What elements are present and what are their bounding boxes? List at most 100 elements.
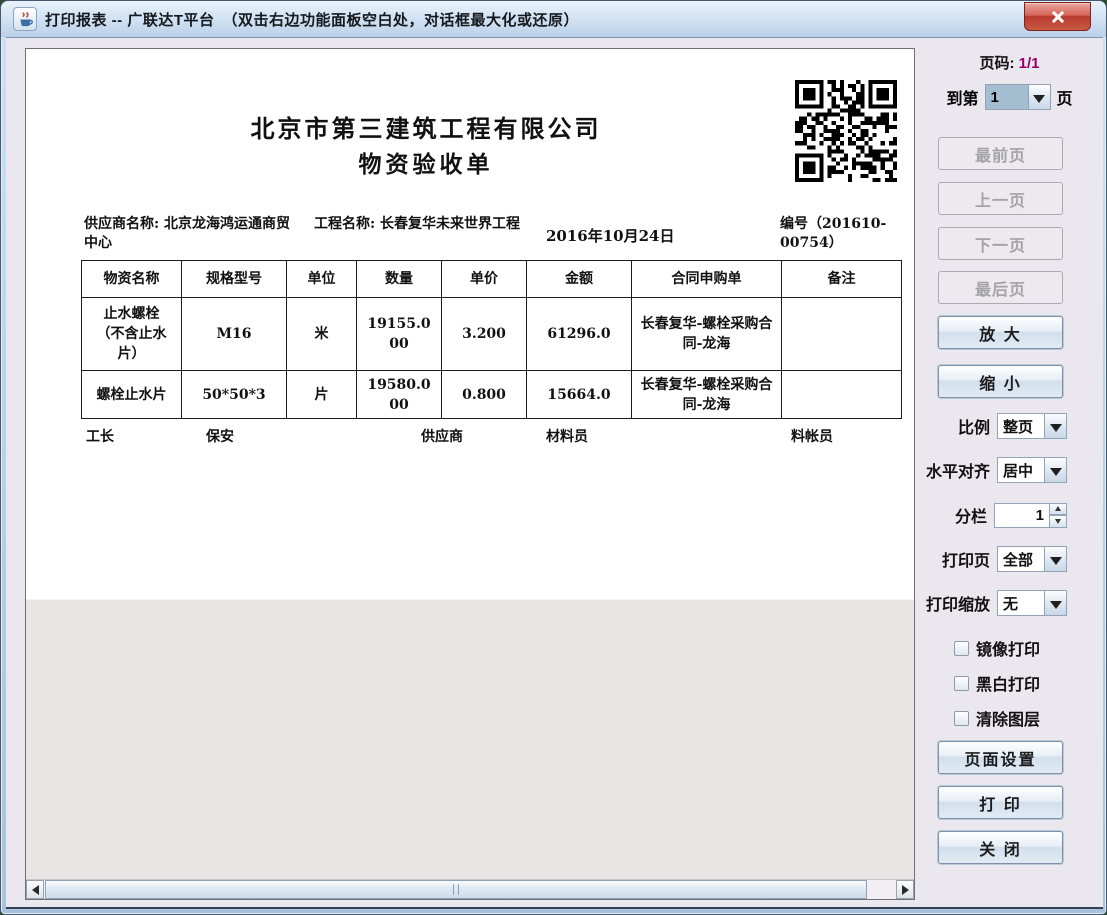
column-header: 单价 bbox=[442, 261, 527, 298]
print-zoom-label: 打印缩放 bbox=[926, 591, 990, 615]
columns-value[interactable]: 1 bbox=[994, 503, 1050, 528]
mirror-print-checkbox[interactable] bbox=[954, 641, 969, 656]
scroll-left-button[interactable] bbox=[26, 880, 44, 899]
scale-label: 比例 bbox=[958, 414, 990, 438]
column-header: 备注 bbox=[782, 261, 902, 298]
cell-remark bbox=[782, 298, 902, 371]
cell-material: 螺栓止水片 bbox=[82, 371, 182, 419]
cell-spec: M16 bbox=[182, 298, 287, 371]
goto-suffix-label: 页 bbox=[1057, 85, 1073, 109]
cell-unit-price: 0.800 bbox=[442, 371, 527, 419]
columns-stepper[interactable]: 1 bbox=[994, 503, 1067, 528]
align-combobox[interactable]: 居中 bbox=[997, 457, 1067, 483]
page-setup-button[interactable]: 页面设置 bbox=[938, 741, 1063, 774]
spinner-up-button[interactable] bbox=[1050, 503, 1067, 516]
mirror-print-label: 镜像打印 bbox=[976, 636, 1040, 660]
scrollbar-grip-icon bbox=[453, 884, 459, 895]
bw-print-checkbox[interactable] bbox=[954, 676, 969, 691]
columns-row: 分栏 1 bbox=[916, 501, 1103, 529]
zoom-out-button[interactable]: 缩 小 bbox=[938, 365, 1063, 398]
signature-material-clerk: 材料员 bbox=[546, 426, 588, 446]
print-button[interactable]: 打 印 bbox=[938, 786, 1063, 819]
page-number-value: 1/1 bbox=[1019, 55, 1040, 72]
page-indicator: 页码: 1/1 bbox=[916, 52, 1103, 73]
content-area: 北京市第三建筑工程有限公司 物资验收单 供应商名称: 北京龙海鸿运通商贸中心 工… bbox=[6, 37, 1103, 909]
materials-table: 物资名称 规格型号 单位 数量 单价 金额 合同申购单 备注 止水螺栓（不含止水… bbox=[81, 260, 902, 419]
form-title: 物资验收单 bbox=[86, 145, 766, 179]
titlebar[interactable]: 打印报表 -- 广联达T平台 （双击右边功能面板空白处，对话框最大化或还原） bbox=[1, 1, 1106, 37]
preview-viewport: 北京市第三建筑工程有限公司 物资验收单 供应商名称: 北京龙海鸿运通商贸中心 工… bbox=[25, 48, 915, 900]
cell-contract: 长春复华-螺栓采购合同-龙海 bbox=[632, 298, 782, 371]
chevron-down-icon[interactable] bbox=[1044, 414, 1066, 438]
goto-page-value: 1 bbox=[986, 85, 1028, 109]
scale-value: 整页 bbox=[998, 414, 1044, 438]
chevron-down-icon[interactable] bbox=[1028, 85, 1050, 109]
scale-combobox[interactable]: 整页 bbox=[997, 413, 1067, 439]
zoom-in-button[interactable]: 放 大 bbox=[938, 316, 1063, 349]
print-pages-label: 打印页 bbox=[942, 547, 990, 571]
column-header: 物资名称 bbox=[82, 261, 182, 298]
mirror-print-option[interactable]: 镜像打印 bbox=[954, 636, 1040, 660]
bw-print-label: 黑白打印 bbox=[976, 671, 1040, 695]
align-label: 水平对齐 bbox=[926, 458, 990, 482]
control-panel: 页码: 1/1 到第 1 页 最前页 上一页 下一页 最后页 放 大 缩 小 比… bbox=[916, 38, 1103, 907]
company-name: 北京市第三建筑工程有限公司 bbox=[86, 109, 766, 144]
signature-supplier: 供应商 bbox=[421, 426, 463, 446]
cell-quantity: 19155.000 bbox=[357, 298, 442, 371]
signature-foreman: 工长 bbox=[86, 426, 114, 446]
first-page-button[interactable]: 最前页 bbox=[938, 137, 1063, 170]
column-header: 金额 bbox=[527, 261, 632, 298]
spinner-up-icon bbox=[1055, 506, 1061, 511]
close-dialog-button[interactable]: 关 闭 bbox=[938, 831, 1063, 864]
scroll-right-button[interactable] bbox=[896, 880, 914, 899]
close-icon bbox=[1051, 10, 1065, 24]
scale-row: 比例 整页 bbox=[916, 412, 1103, 440]
align-value: 居中 bbox=[998, 458, 1044, 482]
cell-material: 止水螺栓（不含止水片） bbox=[82, 298, 182, 371]
next-page-button[interactable]: 下一页 bbox=[938, 227, 1063, 260]
cell-spec: 50*50*3 bbox=[182, 371, 287, 419]
print-zoom-combobox[interactable]: 无 bbox=[997, 590, 1067, 616]
signature-guard: 保安 bbox=[206, 426, 234, 446]
scroll-left-icon bbox=[32, 885, 39, 895]
scroll-right-icon bbox=[902, 885, 909, 895]
bw-print-option[interactable]: 黑白打印 bbox=[954, 671, 1040, 695]
goto-prefix-label: 到第 bbox=[946, 85, 978, 109]
project-name: 工程名称: 长春复华未来世界工程 bbox=[314, 215, 532, 234]
cell-remark bbox=[782, 371, 902, 419]
print-report-window: 打印报表 -- 广联达T平台 （双击右边功能面板空白处，对话框最大化或还原） 北… bbox=[0, 0, 1107, 915]
table-header-row: 物资名称 规格型号 单位 数量 单价 金额 合同申购单 备注 bbox=[82, 261, 902, 298]
chevron-down-icon[interactable] bbox=[1044, 458, 1066, 482]
preview-background bbox=[26, 599, 914, 879]
column-header: 数量 bbox=[357, 261, 442, 298]
goto-page-combobox[interactable]: 1 bbox=[985, 84, 1051, 110]
horizontal-scrollbar[interactable] bbox=[26, 879, 914, 899]
columns-label: 分栏 bbox=[955, 503, 987, 527]
print-zoom-row: 打印缩放 无 bbox=[916, 589, 1103, 617]
last-page-button[interactable]: 最后页 bbox=[938, 271, 1063, 304]
clear-layers-option[interactable]: 清除图层 bbox=[954, 706, 1040, 730]
print-pages-combobox[interactable]: 全部 bbox=[997, 546, 1067, 572]
close-button[interactable] bbox=[1024, 2, 1091, 31]
page-number-label: 页码: bbox=[979, 55, 1014, 72]
window-title: 打印报表 -- 广联达T平台 （双击右边功能面板空白处，对话框最大化或还原） bbox=[45, 9, 579, 30]
table-row: 螺栓止水片 50*50*3 片 19580.000 0.800 15664.0 … bbox=[82, 371, 902, 419]
spinner-down-button[interactable] bbox=[1050, 515, 1067, 528]
scrollbar-thumb[interactable] bbox=[45, 880, 867, 899]
document-number: 编号（201610-00754） bbox=[780, 215, 912, 253]
print-pages-value: 全部 bbox=[998, 547, 1044, 571]
cell-unit-price: 3.200 bbox=[442, 298, 527, 371]
document-date: 2016年10月24日 bbox=[546, 227, 706, 246]
chevron-down-icon[interactable] bbox=[1044, 591, 1066, 615]
chevron-down-icon[interactable] bbox=[1044, 547, 1066, 571]
align-row: 水平对齐 居中 bbox=[916, 456, 1103, 484]
spinner-down-icon bbox=[1055, 519, 1061, 524]
cell-quantity: 19580.000 bbox=[357, 371, 442, 419]
column-header: 规格型号 bbox=[182, 261, 287, 298]
previous-page-button[interactable]: 上一页 bbox=[938, 182, 1063, 215]
cell-amount: 61296.0 bbox=[527, 298, 632, 371]
clear-layers-checkbox[interactable] bbox=[954, 711, 969, 726]
column-header: 合同申购单 bbox=[632, 261, 782, 298]
cell-unit: 片 bbox=[287, 371, 357, 419]
print-zoom-value: 无 bbox=[998, 591, 1044, 615]
